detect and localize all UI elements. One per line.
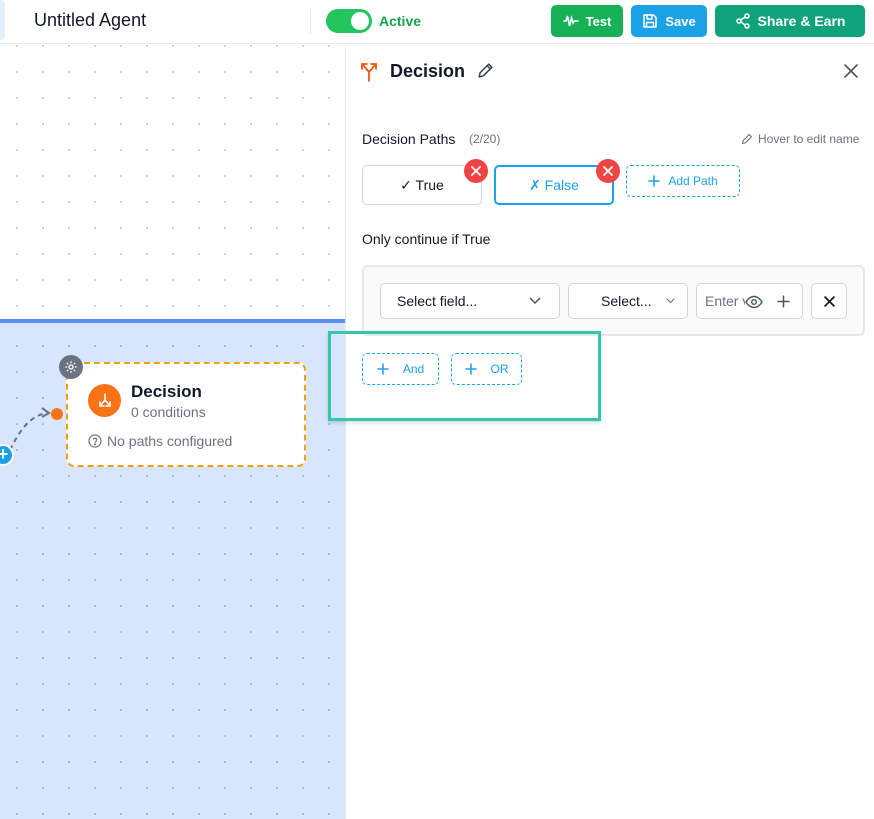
close-icon [471,166,481,176]
panel-title: Decision [390,61,466,81]
delete-path-true-button[interactable] [464,159,488,183]
toolbar-divider [310,10,311,34]
hover-hint: Hover to edit name [741,132,859,146]
status-label: Active [379,13,422,29]
plus-icon [648,175,661,187]
decision-node-badge [88,384,121,417]
eye-icon[interactable] [745,295,763,309]
gear-icon [65,361,77,373]
value-field-wrapper [696,283,803,319]
sidebar-toggle-edge[interactable] [0,0,5,40]
add-path-label: Add Path [668,174,718,188]
node-paths-status: No paths configured [88,433,232,449]
close-icon [603,166,613,176]
share-earn-label: Share & Earn [757,13,846,29]
decision-split-icon [98,392,111,407]
value-input[interactable] [705,293,745,309]
branch-icon [361,63,377,82]
field-select-value: Select field... [397,293,478,309]
node-conditions: 0 conditions [131,404,206,420]
add-or-condition-button[interactable]: OR [451,353,522,385]
active-toggle[interactable] [326,9,372,33]
decision-paths-label: Decision Paths [362,131,456,147]
plus-icon [464,363,477,375]
condition-heading: Only continue if True [362,231,491,247]
plus-icon[interactable] [777,295,790,308]
add-and-condition-button[interactable]: And [362,353,439,385]
save-button-label: Save [665,13,696,29]
waveform-icon [562,14,579,27]
pencil-icon [741,133,753,145]
operator-select[interactable]: Select... [568,283,688,319]
share-earn-button[interactable]: Share & Earn [715,5,865,37]
agent-title[interactable]: Untitled Agent [34,10,146,31]
toggle-knob [351,12,369,30]
or-label: OR [490,362,509,376]
node-title: Decision [131,382,202,401]
save-button[interactable]: Save [631,5,707,37]
node-settings-button[interactable] [59,355,83,379]
remove-condition-button[interactable] [811,283,847,319]
close-icon [823,295,835,307]
plus-icon: + [0,444,9,464]
decision-paths-count: (2/20) [469,132,501,146]
node-input-handle[interactable] [51,408,63,420]
add-path-button[interactable]: Add Path [626,165,740,197]
chevron-down-icon [529,297,541,305]
pencil-icon[interactable] [477,62,494,79]
chevron-down-icon [666,298,675,304]
save-icon [643,14,658,28]
plus-icon [377,363,389,375]
help-circle-icon [88,434,102,448]
test-button[interactable]: Test [551,5,623,37]
test-button-label: Test [585,13,612,29]
share-icon [735,13,750,29]
delete-path-false-button[interactable] [596,159,620,183]
and-label: And [402,362,425,376]
operator-select-value: Select... [601,293,652,309]
field-select[interactable]: Select field... [380,283,560,319]
node-paths-text: No paths configured [107,433,233,449]
top-bar: Untitled Agent Active Test Save Share & … [0,0,874,44]
close-icon[interactable] [843,63,859,79]
hover-hint-text: Hover to edit name [758,132,860,146]
